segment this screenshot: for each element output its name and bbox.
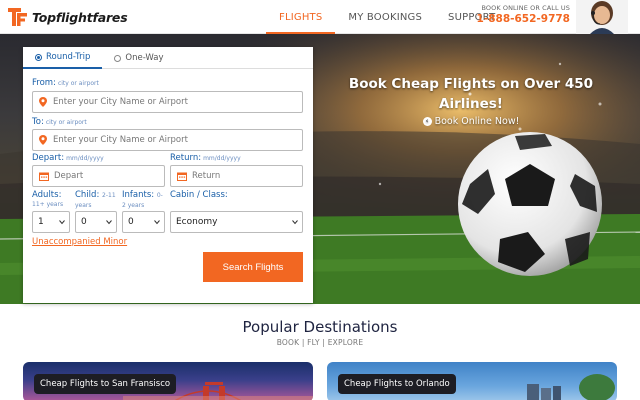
to-label: To: xyxy=(32,117,44,127)
logo-mark-icon xyxy=(8,8,27,26)
infants-hint-range: 0- xyxy=(156,192,163,199)
chevron-down-icon xyxy=(106,220,112,225)
nav-flights[interactable]: FLIGHTS xyxy=(266,0,336,34)
call-label: BOOK ONLINE OR CALL US xyxy=(481,4,570,12)
depart-placeholder: Depart xyxy=(54,171,84,181)
from-label: From: xyxy=(32,78,56,88)
chevron-left-icon: ‹ xyxy=(422,117,432,126)
cabin-select[interactable]: Economy xyxy=(170,211,303,233)
main-nav: FLIGHTS MY BOOKINGS SUPPORT xyxy=(266,0,508,34)
adults-select[interactable]: 1 xyxy=(32,211,70,233)
return-placeholder: Return xyxy=(192,171,221,181)
from-label-group: From: city or airport xyxy=(32,78,99,88)
infants-label: Infants: xyxy=(122,190,155,200)
cabin-label: Cabin / Class: xyxy=(170,190,228,200)
depart-hint: mm/dd/yyyy xyxy=(66,155,104,162)
child-select[interactable]: 0 xyxy=(75,211,117,233)
chevron-down-icon xyxy=(59,220,65,225)
return-hint: mm/dd/yyyy xyxy=(203,155,241,162)
to-hint: city or airport xyxy=(45,119,87,126)
from-placeholder: Enter your City Name or Airport xyxy=(53,97,188,107)
destination-label: Cheap Flights to Orlando xyxy=(338,374,456,394)
from-hint: city or airport xyxy=(57,80,99,87)
call-phone-link[interactable]: 1-888-652-9778 xyxy=(474,13,570,25)
support-agent-avatar xyxy=(576,0,628,34)
call-box: BOOK ONLINE OR CALL US 1-888-652-9778 xyxy=(474,4,570,25)
calendar-icon xyxy=(177,172,187,181)
from-input[interactable]: Enter your City Name or Airport xyxy=(32,91,303,113)
return-date-input[interactable]: Return xyxy=(170,165,303,187)
radio-unselected-icon xyxy=(114,54,122,62)
to-label-group: To: city or airport xyxy=(32,117,87,127)
child-value: 0 xyxy=(81,217,87,227)
location-pin-icon xyxy=(39,97,47,107)
infants-hint-years: 2 years xyxy=(122,202,145,209)
to-placeholder: Enter your City Name or Airport xyxy=(53,135,188,145)
adults-label: Adults: xyxy=(32,190,62,200)
destination-label: Cheap Flights to San Fransisco xyxy=(34,374,177,394)
depart-label: Depart: xyxy=(32,153,65,163)
destination-card-san-francisco[interactable]: Cheap Flights to San Fransisco xyxy=(23,362,313,400)
chevron-down-icon xyxy=(154,220,160,225)
one-way-label: One-Way xyxy=(125,53,164,63)
infants-label-group: Infants: 0- 2 years xyxy=(122,190,163,211)
adults-hint: 11+ years xyxy=(32,201,64,208)
unaccompanied-minor-link[interactable]: Unaccompanied Minor xyxy=(32,237,127,247)
round-trip-label: Round-Trip xyxy=(46,52,91,62)
return-label-group: Return: mm/dd/yyyy xyxy=(170,153,241,163)
popular-destinations-subtitle: BOOK | FLY | EXPLORE xyxy=(276,338,364,347)
to-input[interactable]: Enter your City Name or Airport xyxy=(32,129,303,151)
calendar-icon xyxy=(39,172,49,181)
radio-selected-icon xyxy=(35,53,42,61)
depart-date-input[interactable]: Depart xyxy=(32,165,165,187)
popular-destinations-title: Popular Destinations xyxy=(242,318,398,336)
location-pin-icon xyxy=(39,135,47,145)
infants-value: 0 xyxy=(128,217,134,227)
adults-value: 1 xyxy=(38,217,44,227)
hero-book-online-link[interactable]: ‹ Book Online Now! xyxy=(340,116,602,127)
trip-type-tabs: Round-Trip One-Way xyxy=(23,47,313,69)
depart-label-group: Depart: mm/dd/yyyy xyxy=(32,153,104,163)
one-way-option[interactable]: One-Way xyxy=(102,47,175,69)
cabin-value: Economy xyxy=(176,217,218,227)
destination-card-orlando[interactable]: Cheap Flights to Orlando xyxy=(327,362,617,400)
hero-title: Book Cheap Flights on Over 450 Airlines! xyxy=(348,76,594,112)
flight-search-form: Round-Trip One-Way From: city or airport … xyxy=(23,47,313,303)
hero-subtitle: Book Online Now! xyxy=(434,116,520,127)
site-header: Topflightfares FLIGHTS MY BOOKINGS SUPPO… xyxy=(0,0,640,34)
child-label: Child: xyxy=(75,190,100,200)
nav-my-bookings[interactable]: MY BOOKINGS xyxy=(335,0,435,34)
search-flights-button[interactable]: Search Flights xyxy=(203,252,303,282)
adults-label-group: Adults: 11+ years xyxy=(32,190,63,210)
round-trip-option[interactable]: Round-Trip xyxy=(23,47,103,69)
infants-select[interactable]: 0 xyxy=(122,211,165,233)
chevron-down-icon xyxy=(292,220,298,225)
brand-name: Topflightfares xyxy=(32,9,128,25)
return-label: Return: xyxy=(170,153,202,163)
child-hint-years: years xyxy=(75,202,92,209)
child-hint-range: 2-11 xyxy=(102,192,116,199)
logo[interactable]: Topflightfares xyxy=(8,6,128,28)
child-label-group: Child: 2-11 years xyxy=(75,190,116,211)
